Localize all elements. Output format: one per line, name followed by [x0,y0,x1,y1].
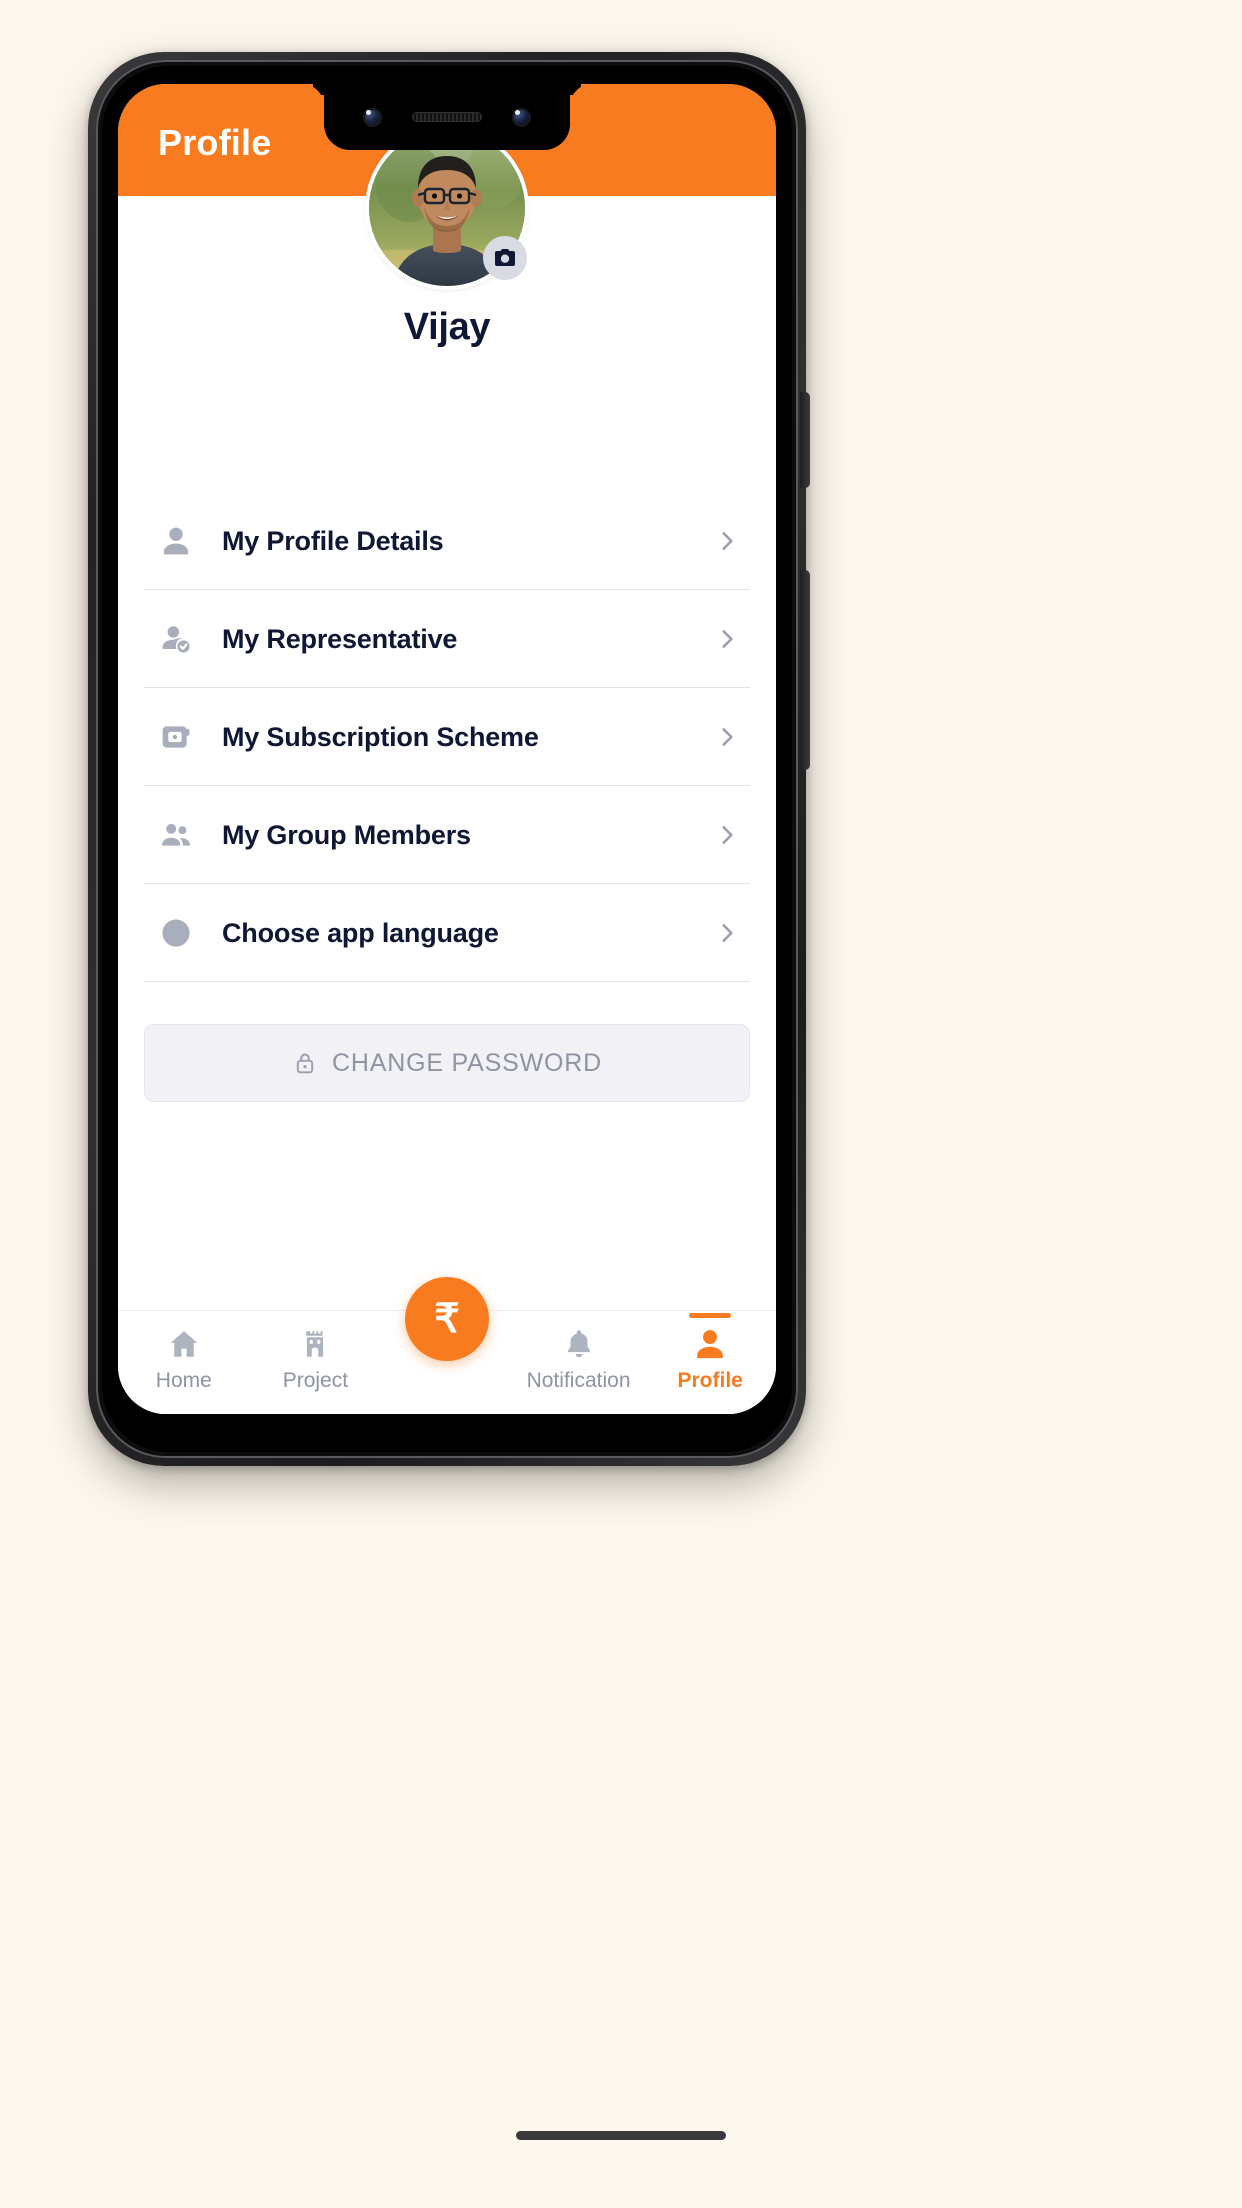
lock-icon [292,1050,318,1076]
chevron-right-icon [714,920,740,946]
front-camera-secondary-icon [512,107,531,127]
menu-item-label: Choose app language [222,917,499,948]
power-button[interactable] [800,392,810,488]
wallet-card-icon [156,717,196,757]
person-icon [156,521,196,561]
device-notch [324,84,570,150]
change-password-label: CHANGE PASSWORD [332,1048,602,1077]
chevron-right-icon [714,724,740,750]
menu-item-label: My Subscription Scheme [222,721,539,752]
people-group-icon [156,815,196,855]
home-indicator [516,2131,726,2140]
avatar-container[interactable] [369,130,527,286]
nav-item-notification[interactable]: Notification [513,1311,645,1414]
nav-item-label: Project [282,1369,349,1392]
camera-icon[interactable] [483,236,527,280]
person-check-icon [156,619,196,659]
menu-item-label: My Profile Details [222,525,444,556]
earpiece-speaker [412,112,482,122]
tower-icon [298,1325,332,1363]
nav-item-label: Profile [677,1369,743,1392]
menu-item-my-subscription-scheme[interactable]: My Subscription Scheme [144,688,750,786]
screenshot-canvas: Profile Vijay My Profile Details My Repr… [0,0,1242,2208]
home-icon [167,1325,201,1363]
nav-item-project[interactable]: Project [250,1311,382,1414]
bell-icon [562,1325,596,1363]
profile-section: Vijay My Profile Details My Representati… [118,130,776,1414]
nav-item-label: Home [155,1369,212,1392]
active-indicator [689,1313,732,1318]
divider [144,981,750,982]
person-solid-icon [693,1325,727,1363]
menu-item-my-group-members[interactable]: My Group Members [144,786,750,884]
chevron-right-icon [714,822,740,848]
nav-item-label: Notification [526,1369,631,1392]
phone-screen: Profile Vijay My Profile Details My Repr… [118,84,776,1414]
bottom-navigation-bar: Home Project ₹ Notification Profile [118,1277,776,1414]
front-camera-icon [363,107,382,127]
rupee-glyph: ₹ [434,1297,460,1341]
menu-item-label: My Group Members [222,819,471,850]
profile-menu-list: My Profile Details My Representative My … [144,492,750,982]
globe-icon [156,913,196,953]
change-password-button[interactable]: CHANGE PASSWORD [144,1024,750,1102]
page-title: Profile [158,122,272,163]
rupee-icon[interactable]: ₹ [404,1277,489,1361]
chevron-right-icon [714,528,740,554]
menu-item-label: My Representative [222,623,458,654]
menu-item-my-representative[interactable]: My Representative [144,590,750,688]
menu-item-my-profile-details[interactable]: My Profile Details [144,492,750,590]
nav-item-profile[interactable]: Profile [644,1311,776,1414]
volume-button[interactable] [800,570,810,770]
nav-item-home[interactable]: Home [118,1311,250,1414]
chevron-right-icon [714,626,740,652]
user-name: Vijay [403,306,491,348]
menu-item-choose-app-language[interactable]: Choose app language [144,884,750,982]
nav-item-payment-fab[interactable]: ₹ [381,1277,513,1414]
